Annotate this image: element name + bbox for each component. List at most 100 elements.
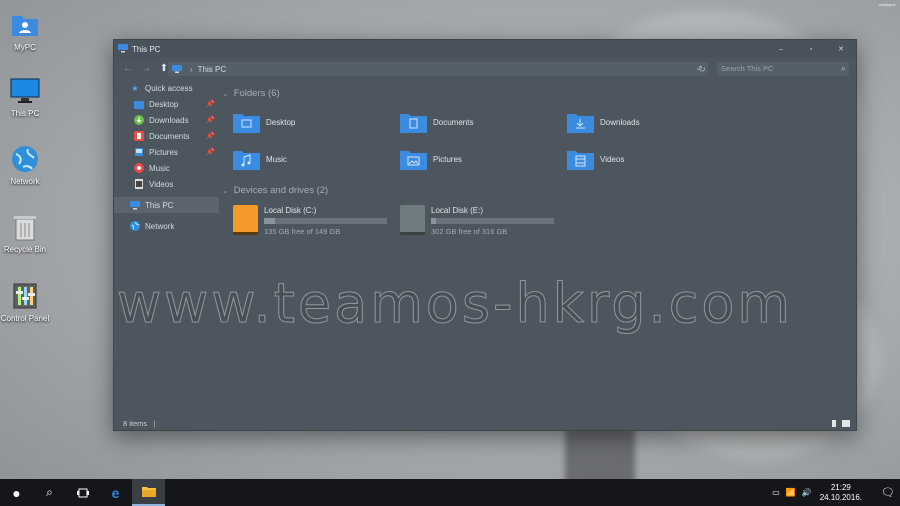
file-explorer-icon[interactable] bbox=[132, 479, 165, 506]
battery-icon[interactable]: ▭ bbox=[772, 488, 780, 497]
monitor-icon bbox=[130, 200, 140, 210]
search-placeholder: Search This PC bbox=[721, 64, 774, 73]
monitor-icon bbox=[172, 65, 182, 75]
close-button[interactable]: ✕ bbox=[826, 40, 856, 58]
minimize-button[interactable]: – bbox=[766, 40, 796, 58]
address-bar[interactable]: › This PC ⌄ bbox=[168, 62, 708, 76]
folder-documents[interactable]: Documents bbox=[400, 110, 567, 134]
navigation-pane: ★ Quick access Desktop 📌 Downloads 📌 Doc… bbox=[114, 80, 219, 410]
monitor-icon bbox=[10, 76, 40, 106]
folder-music[interactable]: Music bbox=[233, 147, 400, 171]
search-input[interactable]: Search This PC ⌕ bbox=[717, 62, 849, 76]
pin-icon[interactable]: 📌 bbox=[206, 148, 215, 156]
desktop-icon-network[interactable]: Network bbox=[0, 144, 50, 186]
maximize-button[interactable]: ▫ bbox=[796, 40, 826, 58]
hard-drive-icon bbox=[233, 205, 258, 235]
content-pane: ⌄ Folders (6) Desktop Documents Download… bbox=[222, 86, 852, 406]
folder-downloads[interactable]: Downloads bbox=[567, 110, 734, 134]
back-arrow-icon[interactable]: ← bbox=[119, 63, 137, 74]
drive-name: Local Disk (E:) bbox=[431, 206, 484, 215]
status-bar: 8 items | bbox=[114, 416, 856, 430]
edge-browser-icon[interactable]: e bbox=[99, 479, 132, 506]
task-view-icon[interactable] bbox=[66, 479, 99, 506]
window-controls: – ▫ ✕ bbox=[766, 40, 856, 58]
notifications-icon[interactable]: 🗨 bbox=[876, 479, 900, 506]
forward-arrow-icon[interactable]: → bbox=[137, 63, 155, 74]
nav-item-documents[interactable]: Documents 📌 bbox=[114, 128, 219, 144]
details-view-icon[interactable] bbox=[832, 420, 836, 427]
group-header-folders[interactable]: ⌄ Folders (6) bbox=[222, 86, 852, 100]
desktop-icon-label: Network bbox=[10, 177, 40, 186]
folder-label: Downloads bbox=[600, 117, 640, 127]
nav-item-downloads[interactable]: Downloads 📌 bbox=[114, 112, 219, 128]
desktop-icon-label: Recycle Bin bbox=[3, 245, 47, 254]
desktop-folder-icon bbox=[233, 111, 260, 133]
chevron-down-icon: ⌄ bbox=[222, 185, 229, 195]
status-divider: | bbox=[153, 418, 156, 428]
folder-label: Desktop bbox=[266, 117, 296, 127]
nav-label: Quick access bbox=[145, 83, 193, 93]
nav-item-desktop[interactable]: Desktop 📌 bbox=[114, 96, 219, 112]
nav-label: This PC bbox=[145, 200, 174, 210]
tray-icons: ▭ 📶 🔊 bbox=[772, 488, 812, 497]
desktop-icon-label: This PC bbox=[10, 109, 40, 118]
globe-icon bbox=[130, 221, 140, 231]
pin-icon[interactable]: 📌 bbox=[206, 100, 215, 108]
search-icon: ⌕ bbox=[840, 63, 846, 73]
watermark-text: www.teamos-hkrg.com bbox=[117, 272, 793, 336]
start-button[interactable]: ● bbox=[0, 479, 33, 506]
folders-grid: Desktop Documents Downloads Music Pictur… bbox=[233, 110, 852, 171]
desktop-icon-label: Control Panel bbox=[0, 314, 50, 323]
pin-icon[interactable]: 📌 bbox=[206, 132, 215, 140]
nav-quick-access[interactable]: ★ Quick access bbox=[114, 80, 219, 96]
folder-videos[interactable]: Videos bbox=[567, 147, 734, 171]
large-icons-view-icon[interactable] bbox=[842, 420, 850, 427]
refresh-icon[interactable]: ↻ bbox=[695, 62, 709, 76]
nav-network[interactable]: Network bbox=[114, 218, 219, 234]
globe-icon bbox=[10, 144, 40, 174]
folder-label: Music bbox=[266, 154, 287, 164]
desktop-icon-label: MyPC bbox=[14, 43, 36, 52]
window-title: This PC bbox=[132, 44, 161, 54]
nav-item-music[interactable]: Music bbox=[114, 160, 219, 176]
network-icon[interactable]: 📶 bbox=[786, 488, 796, 497]
downloads-folder-icon bbox=[567, 111, 594, 133]
group-header-drives[interactable]: ⌄ Devices and drives (2) bbox=[222, 183, 852, 197]
desktop-icon-this-pc[interactable]: This PC bbox=[0, 76, 50, 118]
drive-free-space: 135 GB free of 149 GB bbox=[264, 227, 341, 236]
nav-label: Downloads bbox=[149, 115, 189, 125]
documents-folder-icon bbox=[400, 111, 427, 133]
control-panel-icon bbox=[10, 281, 40, 311]
title-bar[interactable]: This PC – ▫ ✕ bbox=[114, 40, 856, 58]
nav-label: Desktop bbox=[149, 99, 179, 109]
item-count: 8 items bbox=[123, 418, 148, 428]
drive-e[interactable]: Local Disk (E:) 302 GB free of 316 GB bbox=[400, 205, 567, 236]
breadcrumb-this-pc[interactable]: This PC bbox=[198, 65, 226, 74]
videos-icon bbox=[134, 179, 144, 189]
folder-desktop[interactable]: Desktop bbox=[233, 110, 400, 134]
clock-date: 24.10.2016. bbox=[819, 492, 862, 502]
nav-item-pictures[interactable]: Pictures 📌 bbox=[114, 144, 219, 160]
nav-label: Network bbox=[145, 221, 175, 231]
user-folder-icon bbox=[10, 10, 40, 40]
desktop-icon-mypc[interactable]: MyPC bbox=[0, 10, 50, 52]
desktop-icon-recycle-bin[interactable]: Recycle Bin bbox=[0, 212, 50, 254]
clock[interactable]: 21:29 24.10.2016. bbox=[820, 483, 862, 503]
desktop-icon-control-panel[interactable]: Control Panel bbox=[0, 281, 50, 323]
folder-pictures[interactable]: Pictures bbox=[400, 147, 567, 171]
volume-icon[interactable]: 🔊 bbox=[802, 488, 812, 497]
folder-label: Videos bbox=[600, 154, 625, 164]
pictures-icon bbox=[134, 147, 144, 157]
explorer-window: This PC – ▫ ✕ ← → ⬆ › This PC ⌄ ↻ Search… bbox=[113, 39, 857, 431]
star-icon: ★ bbox=[131, 83, 139, 93]
pin-icon[interactable]: 📌 bbox=[206, 116, 215, 124]
drive-usage-bar bbox=[264, 218, 387, 224]
pictures-folder-icon bbox=[400, 148, 427, 170]
drive-c[interactable]: Local Disk (C:) 135 GB free of 149 GB bbox=[233, 205, 400, 236]
search-icon[interactable]: ⌕ bbox=[33, 479, 66, 506]
breadcrumb-separator: › bbox=[190, 64, 193, 74]
folder-label: Documents bbox=[433, 117, 474, 127]
monitor-icon bbox=[118, 43, 128, 55]
nav-this-pc[interactable]: This PC bbox=[114, 197, 219, 213]
nav-item-videos[interactable]: Videos bbox=[114, 176, 219, 192]
